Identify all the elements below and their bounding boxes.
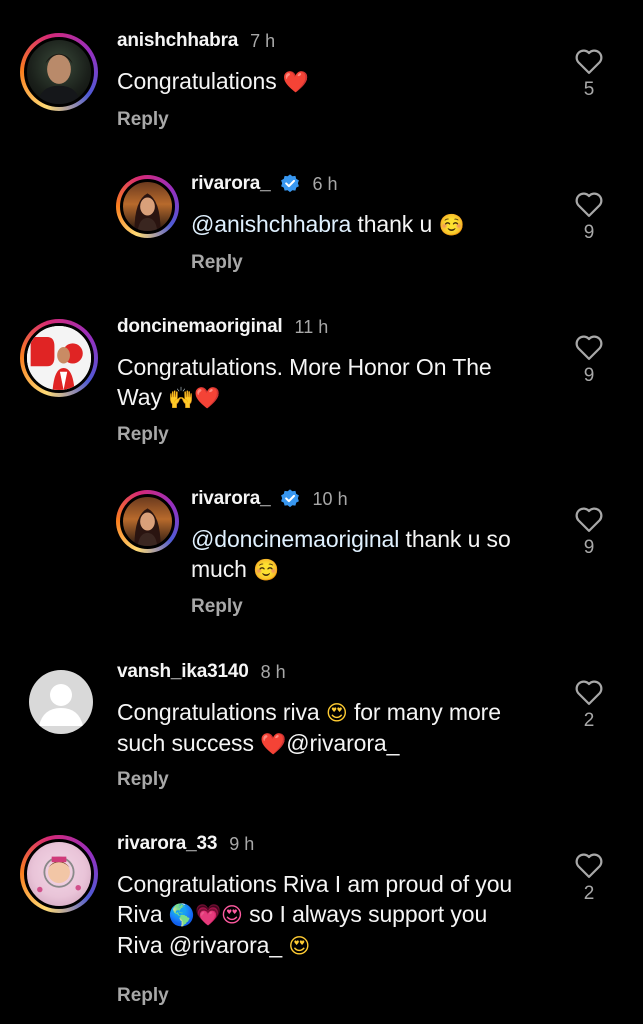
reply-button[interactable]: Reply	[117, 985, 169, 1007]
username[interactable]: rivarora_	[191, 488, 271, 510]
comment-text-body: Congratulations	[117, 68, 277, 94]
like-button[interactable]: 9	[569, 333, 609, 387]
comment-text-line: Way 🙌❤️	[117, 382, 492, 413]
verified-badge-icon	[280, 174, 299, 193]
comment-text-line: Congratulations riva 😍 for many more	[117, 697, 501, 728]
like-button[interactable]: 9	[569, 505, 609, 559]
comment-text-body: so I always support you	[249, 901, 488, 927]
avatar[interactable]	[29, 670, 93, 734]
heart-outline-icon	[575, 853, 603, 878]
heart-eyes-emoji: 😍	[325, 701, 348, 725]
verified-badge-icon	[280, 489, 299, 508]
reply-button[interactable]: Reply	[191, 252, 243, 274]
comment-text: Congratulations riva 😍 for many more suc…	[117, 697, 501, 759]
mention-link[interactable]: @doncinemaoriginal	[191, 526, 399, 552]
comment-text: Congratulations Riva I am proud of you R…	[117, 869, 512, 961]
comment-text-body: Way	[117, 384, 162, 410]
emoji-group: 🌎💗😍	[168, 903, 243, 927]
mention-link[interactable]: @rivarora_	[169, 932, 282, 958]
smile-emoji: ☺️	[438, 213, 465, 237]
like-count: 2	[583, 710, 595, 731]
heart-outline-icon	[575, 49, 603, 74]
avatar[interactable]	[116, 490, 179, 553]
avatar[interactable]	[20, 33, 98, 111]
timestamp: 10 h	[312, 488, 348, 509]
default-user-icon	[39, 684, 83, 726]
comment-text: Congratulations. More Honor On The Way 🙌…	[117, 352, 492, 413]
comment-text-line: Congratulations Riva I am proud of you	[117, 871, 513, 897]
mention-link[interactable]: @anishchhabra	[191, 211, 351, 237]
comment-text-body: Congratulations riva	[117, 699, 320, 725]
username[interactable]: anishchhabra	[117, 30, 238, 52]
timestamp: 6 h	[312, 173, 338, 194]
comment-text-body: Riva	[117, 901, 163, 927]
comment-text-line: Riva 🌎💗😍 so I always support you	[117, 899, 512, 930]
comment-text-line: Congratulations. More Honor On The	[117, 354, 492, 380]
like-button[interactable]: 2	[569, 678, 609, 732]
timestamp: 9 h	[229, 833, 255, 854]
timestamp: 8 h	[260, 661, 286, 682]
comment-text-body: for many more	[353, 699, 501, 725]
mention-link[interactable]: @rivarora_	[286, 730, 399, 756]
reply-button[interactable]: Reply	[117, 769, 169, 791]
reply-button[interactable]: Reply	[117, 424, 169, 446]
raising-hands-emoji: 🙌❤️	[168, 386, 221, 410]
like-count: 9	[583, 222, 595, 243]
username[interactable]: doncinemaoriginal	[117, 316, 283, 338]
like-button[interactable]: 9	[569, 190, 609, 244]
avatar[interactable]	[116, 175, 179, 238]
comment-text-body: such success	[117, 730, 254, 756]
reply-button[interactable]: Reply	[117, 109, 169, 131]
username[interactable]: vansh_ika3140	[117, 661, 249, 683]
like-button[interactable]: 2	[569, 851, 609, 905]
heart-emoji: ❤️	[282, 70, 309, 94]
username[interactable]: rivarora_	[191, 173, 271, 195]
heart-emoji: ❤️	[260, 732, 287, 756]
like-count: 5	[583, 79, 595, 100]
timestamp: 11 h	[294, 316, 329, 337]
like-count: 9	[583, 365, 595, 386]
comment-text: @doncinemaoriginal thank u so much ☺️	[191, 524, 511, 585]
comment-text-line: such success ❤️@rivarora_	[117, 728, 501, 759]
comment-text-line: Riva @rivarora_ 😍	[117, 930, 512, 961]
avatar[interactable]	[20, 319, 98, 397]
like-count: 9	[583, 537, 595, 558]
username[interactable]: rivarora_33	[117, 833, 217, 855]
heart-outline-icon	[575, 192, 603, 217]
heart-outline-icon	[575, 335, 603, 360]
comment-text-body: thank u so	[399, 526, 511, 552]
comment-text: @anishchhabra thank u ☺️	[191, 209, 465, 240]
like-count: 2	[583, 883, 595, 904]
heart-outline-icon	[575, 680, 603, 705]
comment-text-line: much ☺️	[191, 554, 511, 585]
timestamp: 7 h	[250, 30, 276, 51]
heart-outline-icon	[575, 507, 603, 532]
comment-text-body: thank u	[351, 211, 439, 237]
heart-eyes-emoji: 😍	[288, 934, 311, 958]
comment-text-body: much	[191, 556, 247, 582]
smile-emoji: ☺️	[253, 558, 280, 582]
comment-text-body: Riva	[117, 932, 163, 958]
comment-text: Congratulations ❤️	[117, 66, 309, 97]
avatar[interactable]	[20, 835, 98, 913]
like-button[interactable]: 5	[569, 47, 609, 101]
comment-text-line: @doncinemaoriginal thank u so	[191, 524, 511, 554]
reply-button[interactable]: Reply	[191, 596, 243, 618]
